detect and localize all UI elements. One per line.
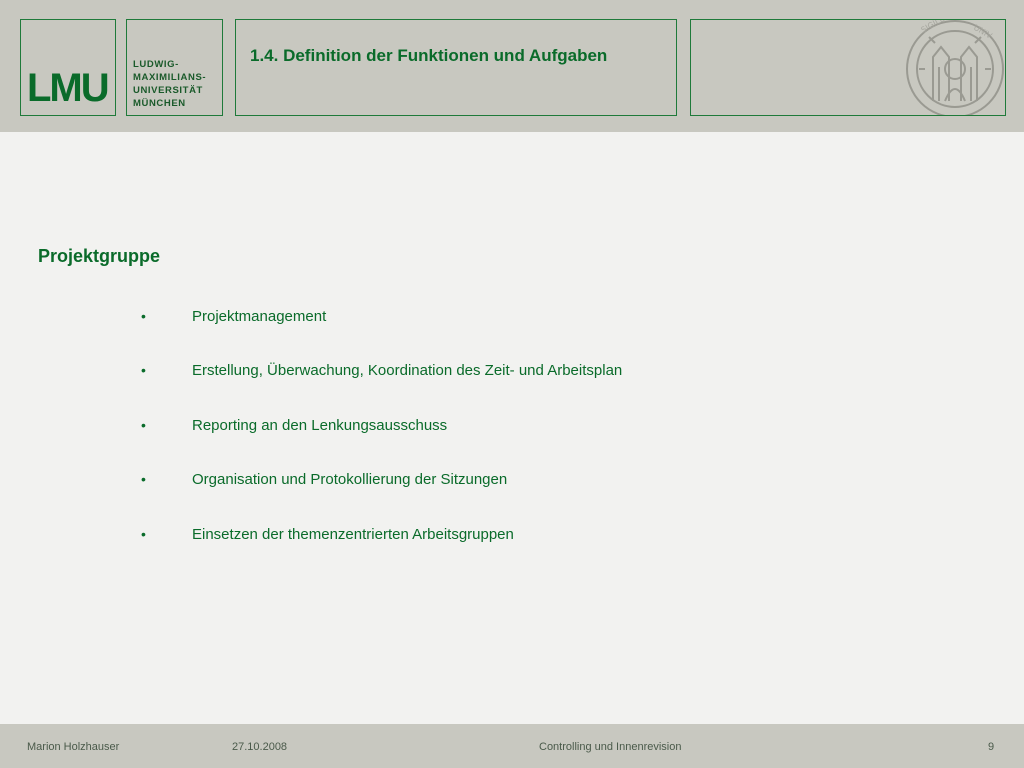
- list-item: • Erstellung, Überwachung, Koordination …: [0, 362, 1024, 384]
- lmu-logo-text: LMU: [27, 66, 110, 110]
- bullet-text: Organisation und Protokollierung der Sit…: [192, 471, 508, 488]
- section-heading: Projektgruppe: [38, 246, 161, 266]
- university-seal-icon: SIGILL UNIV: [906, 20, 1004, 115]
- lmu-logo: LMU: [20, 19, 116, 116]
- bullet-text: Erstellung, Überwachung, Koordination de…: [192, 362, 623, 379]
- bullet-icon: •: [141, 526, 146, 542]
- list-item: • Projektmanagement: [0, 308, 1024, 330]
- university-name-box: LUDWIG- MAXIMILIANS- UNIVERSITÄT MÜNCHEN: [126, 19, 223, 116]
- bullet-text: Einsetzen der themenzentrierten Arbeitsg…: [192, 526, 514, 543]
- list-item: • Einsetzen der themenzentrierten Arbeit…: [0, 526, 1024, 548]
- bullet-text: Reporting an den Lenkungsausschuss: [192, 417, 448, 434]
- bullet-text: Projektmanagement: [192, 308, 327, 325]
- footer-author: Marion Holzhauser: [27, 741, 120, 753]
- university-name-line: LUDWIG-: [133, 59, 179, 70]
- bullet-icon: •: [141, 362, 146, 378]
- university-name: LUDWIG- MAXIMILIANS- UNIVERSITÄT MÜNCHEN: [133, 58, 206, 110]
- title-box: 1.4. Definition der Funktionen und Aufga…: [235, 19, 677, 116]
- bullet-icon: •: [141, 417, 146, 433]
- list-item: • Organisation und Protokollierung der S…: [0, 471, 1024, 493]
- footer-course: Controlling und Innenrevision: [539, 741, 682, 753]
- university-name-line: UNIVERSITÄT: [133, 85, 203, 96]
- bullet-icon: •: [141, 471, 146, 487]
- university-name-line: MAXIMILIANS-: [133, 72, 207, 83]
- footer-date: 27.10.2008: [232, 741, 288, 753]
- seal-box: SIGILL UNIV: [690, 19, 1006, 116]
- footer: Marion Holzhauser 27.10.2008 Controlling…: [0, 724, 1024, 768]
- university-name-line: MÜNCHEN: [133, 98, 186, 109]
- list-item: • Reporting an den Lenkungsausschuss: [0, 417, 1024, 439]
- bullet-icon: •: [141, 308, 146, 324]
- page-number: 9: [988, 741, 995, 753]
- slide-title: 1.4. Definition der Funktionen und Aufga…: [250, 46, 608, 65]
